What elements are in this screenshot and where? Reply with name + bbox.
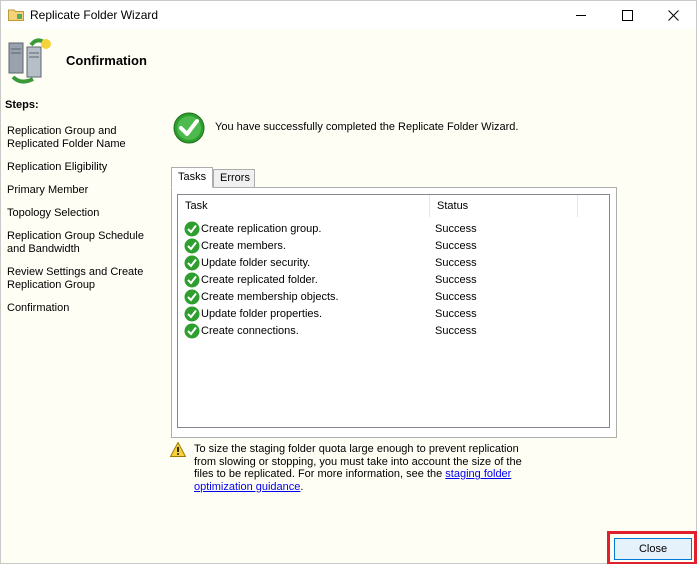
task-status: Success — [435, 274, 477, 286]
title-bar: Replicate Folder Wizard — [1, 1, 696, 29]
task-status: Success — [435, 240, 477, 252]
close-button[interactable]: Close — [614, 538, 692, 560]
column-header-status[interactable]: Status — [430, 195, 578, 217]
steps-heading: Steps: — [5, 99, 39, 111]
warning-line: optimization guidance. — [194, 481, 534, 494]
folder-replicate-icon — [8, 9, 24, 21]
task-name: Create replicated folder. — [201, 274, 318, 286]
window-title: Replicate Folder Wizard — [30, 8, 159, 22]
table-row[interactable]: Create replication group. Success — [183, 221, 603, 238]
success-check-icon — [184, 272, 200, 288]
warning-end: . — [300, 480, 304, 493]
success-check-icon — [184, 221, 200, 237]
success-check-icon — [184, 289, 200, 305]
table-row[interactable]: Create replicated folder. Success — [183, 272, 603, 289]
warning-line: files to be replicated. For more informa… — [194, 468, 534, 481]
task-status: Success — [435, 291, 477, 303]
success-check-icon — [184, 255, 200, 271]
close-window-button[interactable] — [650, 1, 696, 29]
close-icon — [667, 9, 679, 21]
tab-tasks[interactable]: Tasks — [171, 167, 213, 188]
step-replication-eligibility: Replication Eligibility — [7, 161, 108, 173]
task-name: Create replication group. — [201, 223, 322, 235]
task-name: Update folder properties. — [201, 308, 323, 320]
success-message: You have successfully completed the Repl… — [215, 121, 519, 133]
tab-errors[interactable]: Errors — [213, 169, 255, 188]
success-check-icon — [184, 238, 200, 254]
step-confirmation: Confirmation — [7, 302, 70, 314]
wizard-window: Replicate Folder Wizard Confirmation Ste… — [0, 0, 697, 564]
step-review-settings: Review Settings and Create Replication G… — [7, 266, 144, 291]
minimize-icon — [575, 14, 586, 16]
task-name: Update folder security. — [201, 257, 311, 269]
success-check-icon — [184, 306, 200, 322]
task-status: Success — [435, 223, 477, 235]
minimize-button[interactable] — [558, 1, 604, 29]
task-status: Success — [435, 257, 477, 269]
task-status: Success — [435, 325, 477, 337]
task-list[interactable]: Task Status Create replication group. Su… — [177, 194, 610, 428]
grid-header: Task Status — [178, 195, 609, 217]
table-row[interactable]: Update folder properties. Success — [183, 306, 603, 323]
table-row[interactable]: Update folder security. Success — [183, 255, 603, 272]
success-check-icon — [184, 323, 200, 339]
staging-guidance-link[interactable]: staging folder — [445, 468, 511, 480]
warning-text: files to be replicated. For more informa… — [194, 468, 446, 480]
warning-line: from slowing or stopping, you must take … — [194, 455, 522, 468]
table-row[interactable]: Create members. Success — [183, 238, 603, 255]
task-name: Create membership objects. — [201, 291, 339, 303]
success-check-icon — [173, 112, 205, 144]
step-schedule-bandwidth: Replication Group Schedule and Bandwidth — [7, 230, 144, 255]
staging-warning-text: To size the staging folder quota large e… — [194, 443, 534, 493]
page-title: Confirmation — [66, 53, 147, 68]
staging-guidance-link-cont[interactable]: optimization guidance — [194, 481, 300, 493]
step-group-folder-name: Replication Group and Replicated Folder … — [7, 125, 126, 150]
table-row[interactable]: Create connections. Success — [183, 323, 603, 340]
task-status: Success — [435, 308, 477, 320]
step-topology-selection: Topology Selection — [7, 207, 100, 219]
step-primary-member: Primary Member — [7, 184, 89, 196]
warning-line: To size the staging folder quota large e… — [194, 443, 519, 455]
task-name: Create members. — [201, 240, 286, 252]
table-row[interactable]: Create membership objects. Success — [183, 289, 603, 306]
warning-icon — [170, 442, 186, 457]
maximize-icon — [621, 9, 633, 21]
maximize-button[interactable] — [604, 1, 650, 29]
task-name: Create connections. — [201, 325, 299, 337]
column-header-task[interactable]: Task — [178, 195, 430, 217]
replication-servers-icon — [8, 38, 51, 84]
